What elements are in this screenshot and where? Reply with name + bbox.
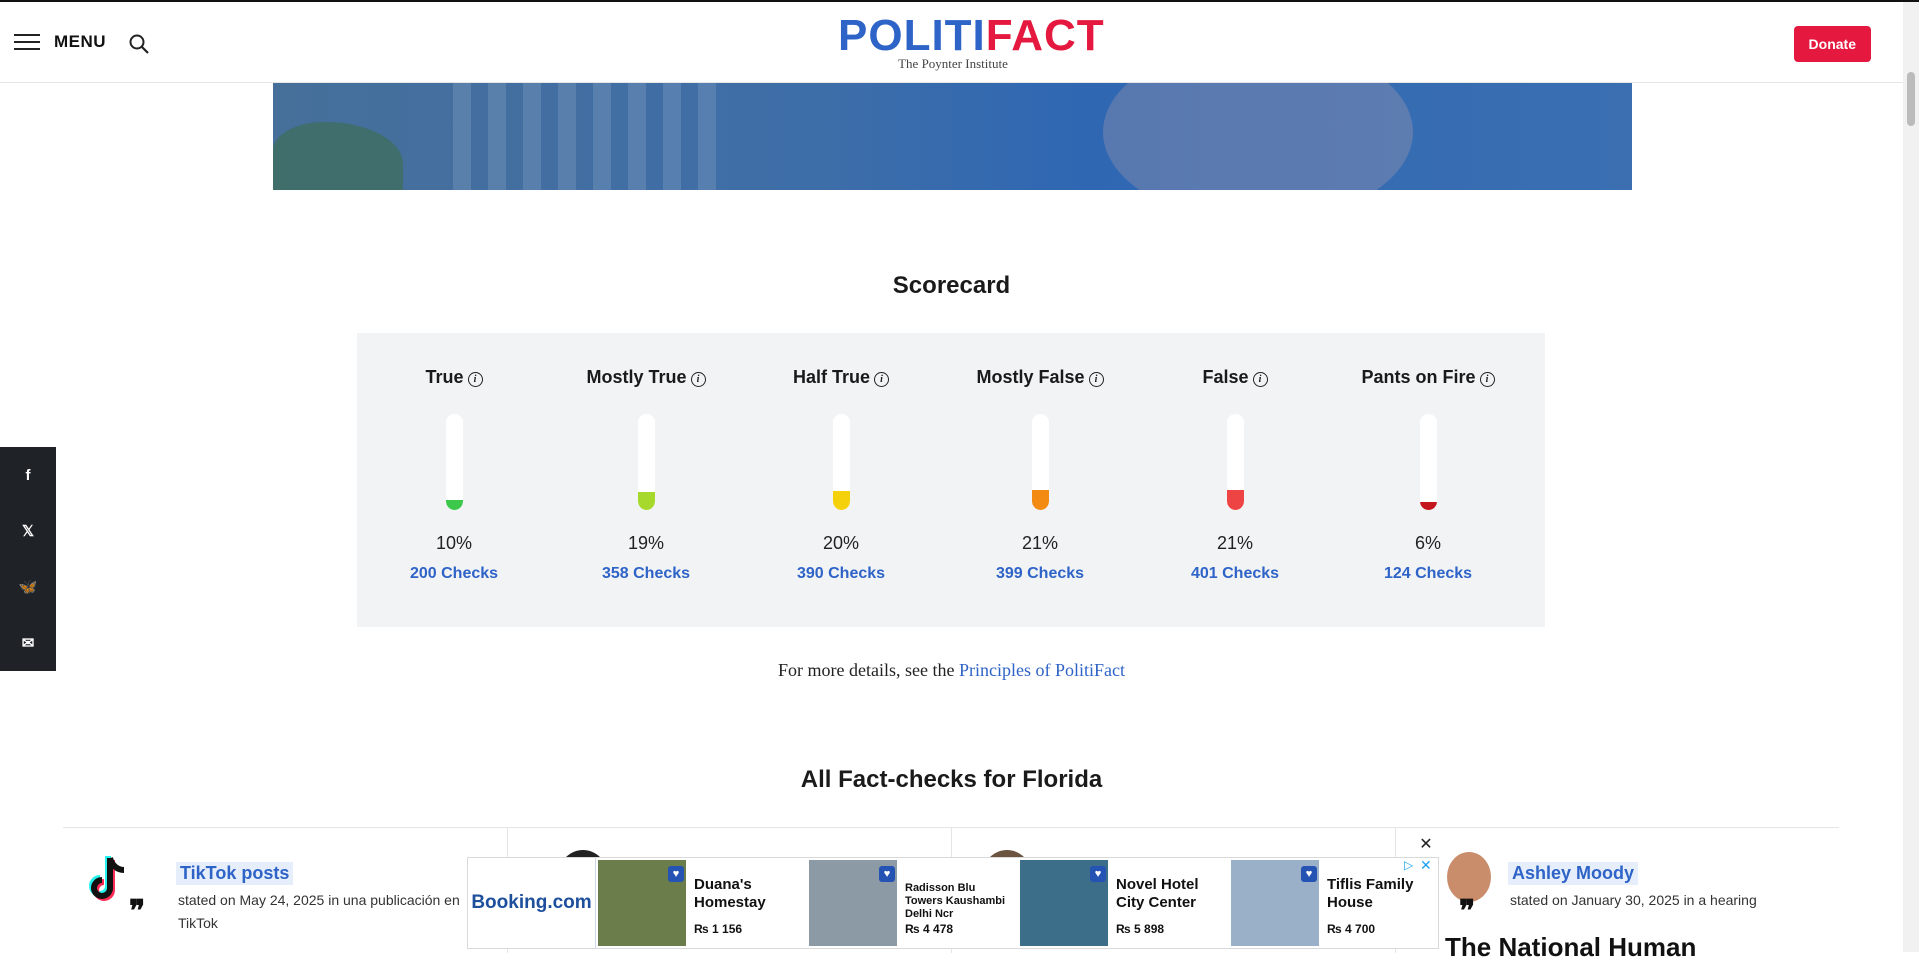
hotel-name: Tiflis Family House xyxy=(1327,876,1414,911)
quote-icon: ❞ xyxy=(129,895,146,928)
rating-percent: 19% xyxy=(627,533,665,553)
hamburger-icon xyxy=(14,34,40,50)
heart-icon[interactable]: ♥ xyxy=(1301,866,1317,882)
quote-icon: ❞ xyxy=(1459,895,1476,928)
booking-logo[interactable]: Booking.com xyxy=(468,858,596,948)
rating-name: Mostly True xyxy=(586,367,687,387)
scrollbar-thumb[interactable] xyxy=(1907,72,1915,126)
meter-fill xyxy=(1227,490,1244,510)
meter-fill xyxy=(833,491,850,510)
heart-icon[interactable]: ♥ xyxy=(1090,866,1106,882)
ad-hotel[interactable]: ♥ Novel Hotel City Center ₨ 5 898 xyxy=(1020,860,1228,946)
rating-name: Pants on Fire xyxy=(1361,367,1476,387)
logo-text-politi: POLITI xyxy=(838,11,986,60)
search-icon[interactable] xyxy=(128,33,150,55)
principles-note: For more details, see the Principles of … xyxy=(0,660,1903,681)
rating-percent: 6% xyxy=(1414,533,1441,553)
rating-checks-link[interactable]: 200 Checks xyxy=(359,565,549,583)
info-icon[interactable]: i xyxy=(467,372,483,387)
donate-button[interactable]: Donate xyxy=(1793,26,1871,62)
speaker-link[interactable]: TikTok posts xyxy=(176,862,294,885)
x-share-icon[interactable]: 𝕏 xyxy=(0,503,56,559)
rating-meter xyxy=(446,414,463,510)
rating-meter xyxy=(1032,414,1049,510)
stated-line: stated on January 30, 2025 in a hearing xyxy=(1510,892,1757,908)
rating-name: False xyxy=(1202,367,1249,387)
adchoices-icon[interactable]: ▷ xyxy=(1404,858,1413,872)
meter-fill xyxy=(638,492,655,510)
page-scrollbar[interactable] xyxy=(1903,2,1919,952)
factcheck-title[interactable]: The National Human xyxy=(1445,932,1696,963)
hotel-price: ₨ 5 898 xyxy=(1116,922,1165,936)
menu-label: MENU xyxy=(54,32,107,51)
hero-image xyxy=(273,82,1632,190)
rating-name: Mostly False xyxy=(976,367,1085,387)
ad-hotel[interactable]: ♥ Duana's Homestay ₨ 1 156 xyxy=(598,860,806,946)
bluesky-share-icon[interactable]: 🦋 xyxy=(0,559,56,615)
politifact-logo[interactable]: POLITIFACT The Poynter Institute xyxy=(838,11,1104,72)
speaker-link[interactable]: Ashley Moody xyxy=(1508,862,1639,885)
share-sidebar: f 𝕏 🦋 ✉ xyxy=(0,447,56,671)
principles-prefix: For more details, see the xyxy=(778,660,959,680)
factcheck-card[interactable]: ❞ Ashley Moody stated on January 30, 202… xyxy=(1395,828,1839,962)
hotel-name: Duana's Homestay xyxy=(694,876,766,911)
hotel-price: ₨ 4 478 xyxy=(905,922,954,936)
info-icon[interactable]: i xyxy=(690,372,706,387)
scorecard-panel: True i 10% 200 Checks Mostly True i 19% 35… xyxy=(357,333,1545,627)
rating-checks-link[interactable]: 401 Checks xyxy=(1140,565,1330,583)
info-icon[interactable]: i xyxy=(1252,372,1268,387)
ad-close-icon[interactable]: ✕ xyxy=(1418,837,1434,853)
ad-hotel[interactable]: ♥ Radisson Blu Towers Kaushambi Delhi Nc… xyxy=(809,860,1017,946)
ad-hotel[interactable]: ♥ Tiflis Family House ₨ 4 700 xyxy=(1231,860,1439,946)
scorecard-title: Scorecard xyxy=(892,272,1011,299)
facebook-share-icon[interactable]: f xyxy=(0,447,56,503)
ad-dismiss-icon[interactable]: ✕ xyxy=(1420,857,1432,874)
factcheck-card[interactable]: ❞ TikTok posts stated on May 24, 2025 in… xyxy=(63,828,508,953)
stated-line: stated on May 24, 2025 in una publicació… xyxy=(178,892,460,908)
hotel-name: Radisson Blu Towers Kaushambi Delhi Ncr xyxy=(905,882,1006,920)
hotel-price: ₨ 4 700 xyxy=(1327,922,1376,936)
meter-fill xyxy=(1420,502,1437,510)
rating-checks-link[interactable]: 390 Checks xyxy=(746,565,936,583)
info-icon[interactable]: i xyxy=(1088,372,1104,387)
factchecks-title: All Fact-checks for Florida xyxy=(800,766,1103,793)
heart-icon[interactable]: ♥ xyxy=(879,866,895,882)
menu-button[interactable]: MENU xyxy=(14,32,106,52)
rating-percent: 10% xyxy=(435,533,473,553)
rating-name: Half True xyxy=(792,367,871,387)
rating-percent: 21% xyxy=(1021,533,1059,553)
meter-fill xyxy=(1032,490,1049,510)
heart-icon[interactable]: ♥ xyxy=(668,866,684,882)
site-header: MENU POLITIFACT The Poynter Institute Do… xyxy=(0,2,1903,83)
rating-meter xyxy=(1420,414,1437,510)
rating-percent: 20% xyxy=(822,533,860,553)
rating-meter xyxy=(833,414,850,510)
rating-meter xyxy=(638,414,655,510)
stated-line: TikTok xyxy=(178,915,218,931)
hotel-price: ₨ 1 156 xyxy=(694,922,743,936)
booking-ad-banner[interactable]: Booking.com ♥ Duana's Homestay ₨ 1 156 ♥… xyxy=(467,857,1439,949)
rating-meter xyxy=(1227,414,1244,510)
tiktok-logo-icon xyxy=(89,856,125,901)
hotel-name: Novel Hotel City Center xyxy=(1116,876,1199,911)
info-icon[interactable]: i xyxy=(1479,372,1495,387)
meter-fill xyxy=(446,500,463,510)
info-icon[interactable]: i xyxy=(874,372,890,387)
principles-link[interactable]: Principles of PolitiFact xyxy=(959,660,1125,680)
rating-name: True xyxy=(425,367,464,387)
rating-checks-link[interactable]: 358 Checks xyxy=(551,565,741,583)
rating-checks-link[interactable]: 124 Checks xyxy=(1333,565,1523,583)
rating-percent: 21% xyxy=(1216,533,1254,553)
logo-text-fact: FACT xyxy=(985,11,1105,60)
rating-checks-link[interactable]: 399 Checks xyxy=(945,565,1135,583)
